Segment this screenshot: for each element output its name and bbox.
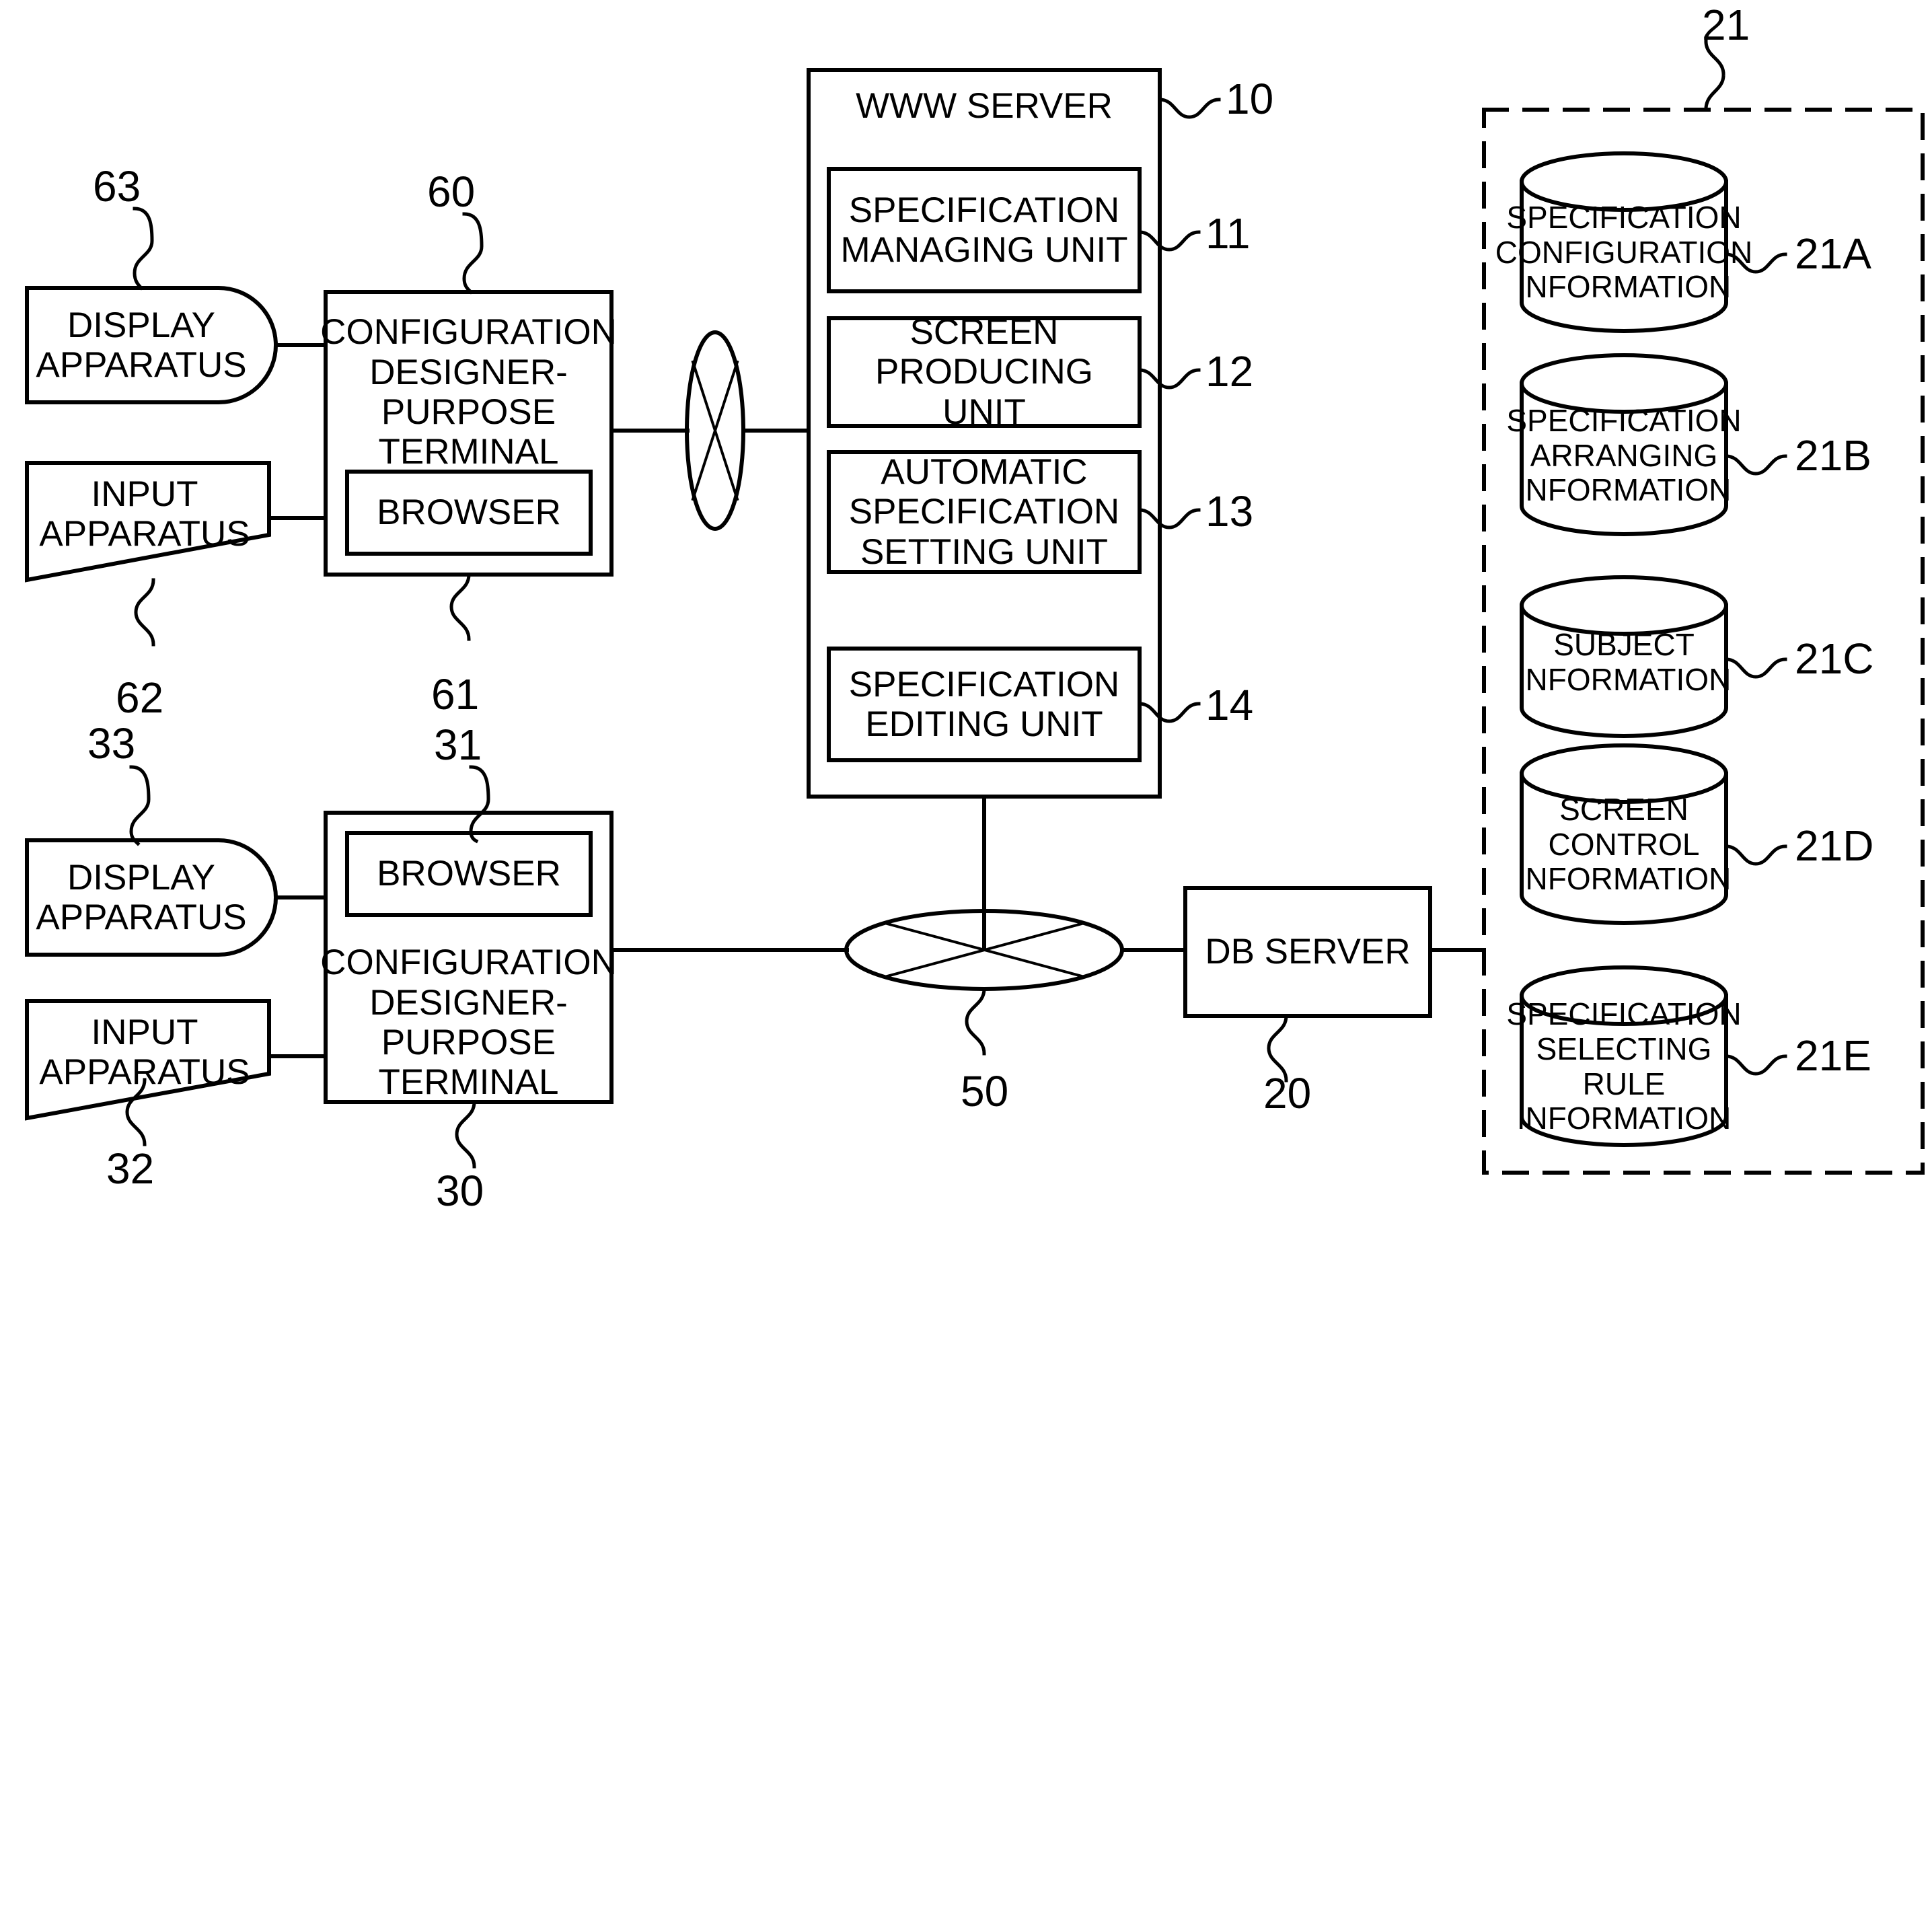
input-apparatus-top-ref: 62 [116,673,164,722]
leader-display-apparatus-top [133,207,154,291]
db-specification-configuration-ref: 21A [1795,229,1871,278]
leader-network-bottom [965,987,986,1056]
leader-specification-managing-unit [1138,230,1201,252]
db-specification-arranging-label: SPECIFICATION ARRANGING INFORMATION [1506,403,1742,508]
www-server-ref: 10 [1226,75,1274,123]
leader-terminal-bottom [455,1100,476,1169]
browser-top-label: BROWSER [377,492,561,533]
leader-screen-producing-unit [1138,368,1201,390]
leader-display-apparatus-bottom [129,765,151,846]
browser-bottom-label: BROWSER [377,854,561,894]
input-apparatus-top-label: INPUT APPARATUS [39,474,250,554]
db-specification-configuration-label: SPECIFICATION CONFIGURATION INFORMATION [1495,200,1753,305]
display-apparatus-top-ref: 63 [93,162,141,211]
browser-bottom-ref: 31 [434,721,482,769]
terminal-top-ref: 60 [427,168,476,216]
specification-editing-unit-ref: 14 [1205,681,1254,729]
db-screen-control-label: SCREEN CONTROL INFORMATION [1516,792,1732,897]
specification-managing-unit-ref: 11 [1205,209,1251,258]
db-subject-ref: 21C [1795,634,1874,683]
db-subject-label: SUBJECT INFORMATION [1516,627,1732,697]
network-bottom-ref: 50 [961,1067,1009,1115]
input-apparatus-bottom-ref: 32 [106,1144,155,1193]
leader-browser-bottom [469,765,490,844]
screen-producing-unit-ref: 12 [1205,347,1254,396]
terminal-top-label: CONFIGURATION DESIGNER-PURPOSE TERMINAL [320,312,617,472]
screen-producing-unit-label: SCREEN PRODUCING UNIT [875,311,1093,432]
browser-top-ref: 61 [431,670,480,719]
db-screen-control-ref: 21D [1795,821,1874,870]
input-apparatus-bottom-label: INPUT APPARATUS [39,1012,250,1092]
terminal-bottom-label: CONFIGURATION DESIGNER-PURPOSE TERMINAL [320,943,617,1103]
leader-www-server [1158,98,1221,119]
automatic-specification-setting-unit-ref: 13 [1205,487,1254,536]
leader-browser-top [449,573,471,641]
db-specification-selecting-rule-ref: 21E [1795,1031,1871,1080]
patent-figure: DISPLAY APPARATUS 63 INPUT APPARATUS 62 … [0,0,1932,1910]
db-specification-selecting-rule-label: SPECIFICATION SELECTING RULE INFORMATION [1506,996,1742,1136]
database-group-ref: 21 [1702,1,1750,49]
terminal-bottom-ref: 30 [436,1167,484,1215]
specification-editing-unit-label: SPECIFICATION EDITING UNIT [848,664,1120,744]
leader-specification-editing-unit [1138,702,1201,723]
leader-automatic-specification-setting-unit [1138,508,1201,529]
display-apparatus-bottom-ref: 33 [87,719,136,768]
leader-database-group [1704,39,1725,112]
db-server-label: DB SERVER [1205,932,1411,972]
leader-db-subject [1724,657,1787,679]
db-specification-arranging-ref: 21B [1795,431,1871,480]
automatic-specification-setting-unit-label: AUTOMATIC SPECIFICATION SETTING UNIT [848,451,1120,572]
www-server-label: WWW SERVER [856,86,1113,126]
specification-managing-unit-label: SPECIFICATION MANAGING UNIT [840,190,1128,270]
leader-terminal-top [462,212,484,295]
leader-input-apparatus-top [134,578,155,647]
display-apparatus-bottom-label: DISPLAY APPARATUS [36,857,247,937]
db-server-ref: 20 [1263,1069,1312,1117]
display-apparatus-top-label: DISPLAY APPARATUS [36,305,247,385]
leader-db-screen-control [1724,844,1787,866]
